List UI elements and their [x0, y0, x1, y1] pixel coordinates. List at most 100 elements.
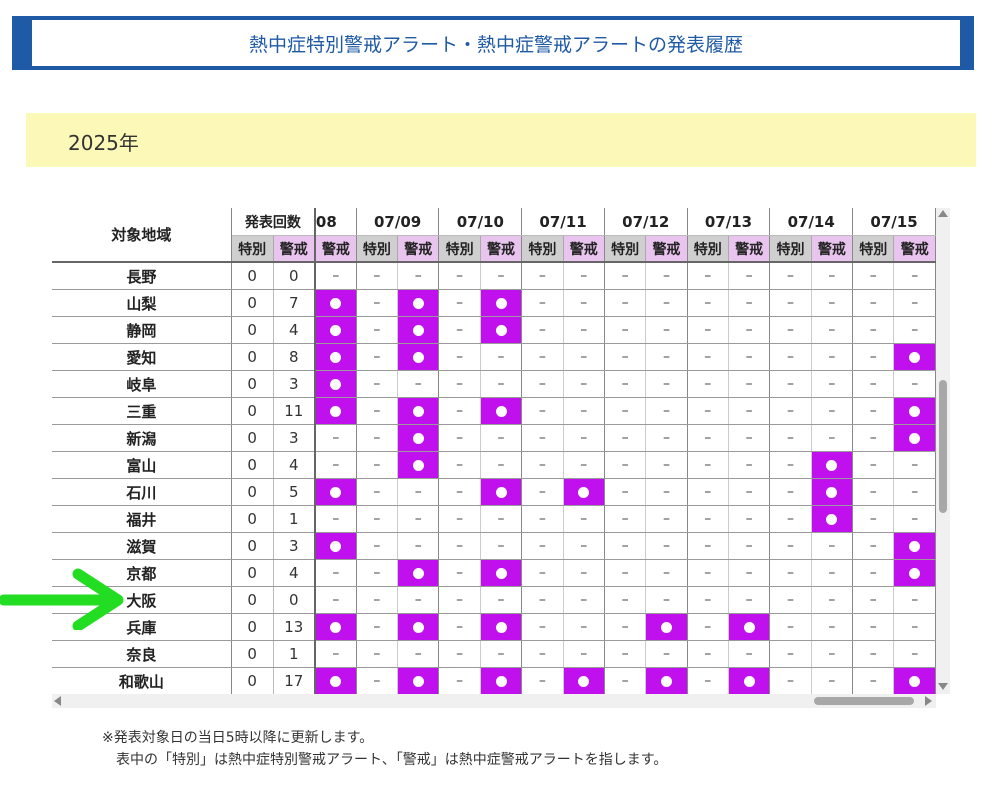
no-alert-cell: – [645, 262, 688, 290]
no-alert-cell: – [769, 370, 812, 398]
no-alert-cell: – [893, 478, 936, 506]
area-name: 愛知 [52, 343, 232, 371]
scroll-up-icon[interactable] [938, 210, 948, 217]
no-alert-cell: – [604, 397, 647, 425]
vertical-scroll-thumb[interactable] [939, 380, 947, 513]
no-alert-cell: – [852, 532, 895, 560]
area-name: 滋賀 [52, 532, 232, 560]
no-alert-cell: – [438, 289, 481, 317]
area-name: 和歌山 [52, 667, 232, 694]
no-alert-cell: – [893, 586, 936, 614]
warning-count: 0 [273, 586, 316, 614]
scroll-right-icon[interactable] [925, 696, 932, 706]
count-warning-header: 警戒 [273, 235, 316, 263]
no-alert-cell: – [769, 478, 812, 506]
alert-dot-icon [826, 459, 838, 471]
no-alert-cell: – [438, 613, 481, 641]
alert-table-scroll-area[interactable]: 対象地域 発表回数 08 07/09 07/10 07/11 07/12 07/… [52, 208, 936, 694]
no-alert-cell: – [480, 343, 523, 371]
horizontal-scroll-thumb[interactable] [814, 697, 914, 705]
alert-dot-icon [826, 486, 838, 498]
no-alert-cell: – [811, 397, 854, 425]
no-alert-cell: – [769, 397, 812, 425]
table-row: 岐阜 0 3– – – – – – – – – – – – – – [52, 370, 936, 398]
no-alert-cell: – [811, 667, 854, 694]
table-row: 愛知 0 8– – – – – – – – – – – – [52, 343, 936, 371]
no-alert-cell: – [521, 397, 564, 425]
no-alert-cell: – [811, 640, 854, 668]
warning-count: 8 [273, 343, 316, 371]
no-alert-cell: – [645, 505, 688, 533]
green-arrow-icon [0, 568, 124, 630]
no-alert-cell: – [438, 343, 481, 371]
no-alert-cell: – [728, 370, 771, 398]
no-alert-cell: – [521, 667, 564, 694]
no-alert-cell: – [356, 289, 399, 317]
no-alert-cell: – [852, 613, 895, 641]
special-count: 0 [231, 397, 274, 425]
no-alert-cell: – [438, 640, 481, 668]
alert-issued-cell [480, 667, 523, 694]
no-alert-cell: – [604, 667, 647, 694]
no-alert-cell: – [687, 559, 729, 587]
special-count: 0 [231, 586, 274, 614]
no-alert-cell: – [521, 343, 564, 371]
alert-dot-icon [330, 486, 342, 498]
alert-issued-cell [480, 289, 523, 317]
no-alert-cell: – [728, 532, 771, 560]
alert-dot-icon [495, 405, 507, 417]
no-alert-cell: – [604, 289, 647, 317]
alert-issued-cell [728, 613, 771, 641]
area-name: 山梨 [52, 289, 232, 317]
no-alert-cell: – [563, 370, 605, 398]
no-alert-cell: – [811, 424, 854, 452]
scroll-down-icon[interactable] [938, 683, 948, 690]
no-alert-cell: – [687, 505, 729, 533]
no-alert-cell: – [852, 640, 895, 668]
notes: ※発表対象日の当日5時以降に更新します。 表中の「特別」は熱中症特別警戒アラート… [102, 727, 667, 771]
alert-issued-cell [480, 316, 523, 344]
scroll-left-icon[interactable] [54, 696, 61, 706]
no-alert-cell: – [811, 559, 854, 587]
table-row: 富山 0 4– – – – – – – – – – – – – [52, 451, 936, 479]
no-alert-cell: – [480, 262, 523, 290]
no-alert-cell: – [852, 505, 895, 533]
special-count: 0 [231, 289, 274, 317]
special-count: 0 [231, 559, 274, 587]
no-alert-cell: – [356, 559, 399, 587]
no-alert-cell: – [563, 505, 605, 533]
no-alert-cell: – [645, 424, 688, 452]
no-alert-cell: – [314, 640, 357, 668]
no-alert-cell: – [645, 343, 688, 371]
alert-issued-cell [480, 478, 523, 506]
no-alert-cell: – [314, 451, 357, 479]
no-alert-cell: – [397, 640, 440, 668]
no-alert-cell: – [769, 262, 812, 290]
sub-header-special: 特別 [687, 235, 729, 263]
table-row: 滋賀 0 3– – – – – – – – – – – – – [52, 532, 936, 560]
no-alert-cell: – [356, 667, 399, 694]
alert-dot-icon [330, 297, 342, 309]
no-alert-cell: – [604, 613, 647, 641]
alert-issued-cell [314, 667, 357, 694]
no-alert-cell: – [521, 559, 564, 587]
no-alert-cell: – [645, 559, 688, 587]
no-alert-cell: – [687, 289, 729, 317]
horizontal-scrollbar[interactable] [52, 694, 936, 708]
vertical-scrollbar[interactable] [936, 208, 950, 694]
alert-issued-cell [314, 370, 357, 398]
no-alert-cell: – [769, 559, 812, 587]
sub-header-warning: 警戒 [728, 235, 771, 263]
area-column-header: 対象地域 [52, 208, 232, 263]
no-alert-cell: – [563, 586, 605, 614]
no-alert-cell: – [438, 424, 481, 452]
no-alert-cell: – [314, 586, 357, 614]
warning-count: 1 [273, 640, 316, 668]
sub-header-special: 特別 [356, 235, 399, 263]
no-alert-cell: – [480, 640, 523, 668]
no-alert-cell: – [769, 343, 812, 371]
alert-issued-cell [397, 424, 440, 452]
no-alert-cell: – [356, 586, 399, 614]
date-header: 07/15 [852, 208, 936, 236]
note-update-time: ※発表対象日の当日5時以降に更新します。 [102, 730, 374, 746]
